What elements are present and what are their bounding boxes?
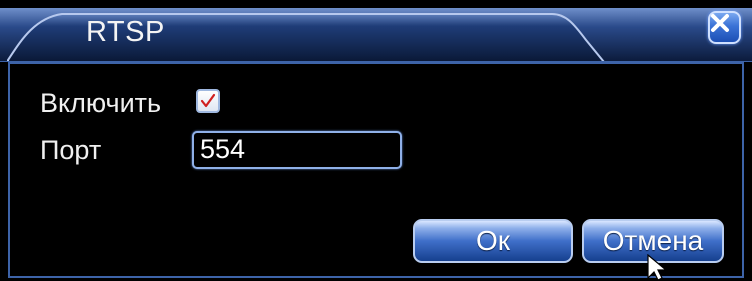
enable-checkbox[interactable] (196, 89, 220, 113)
cancel-button-label: Отмена (602, 225, 704, 256)
checkmark-icon (200, 93, 216, 108)
dialog-title: RTSP (86, 16, 165, 48)
close-x-icon (711, 14, 729, 32)
port-input[interactable]: 554 (192, 131, 402, 169)
ok-button-label: Ок (475, 225, 511, 256)
rtsp-dialog: RTSP Включить Порт 554 Ок Отмена (0, 0, 752, 281)
port-label: Порт (40, 135, 102, 165)
mouse-pointer-icon (647, 254, 668, 281)
dialog-titlebar: RTSP (0, 0, 752, 62)
close-button[interactable] (708, 11, 741, 44)
ok-button[interactable]: Ок (413, 219, 573, 263)
enable-label: Включить (40, 88, 162, 118)
